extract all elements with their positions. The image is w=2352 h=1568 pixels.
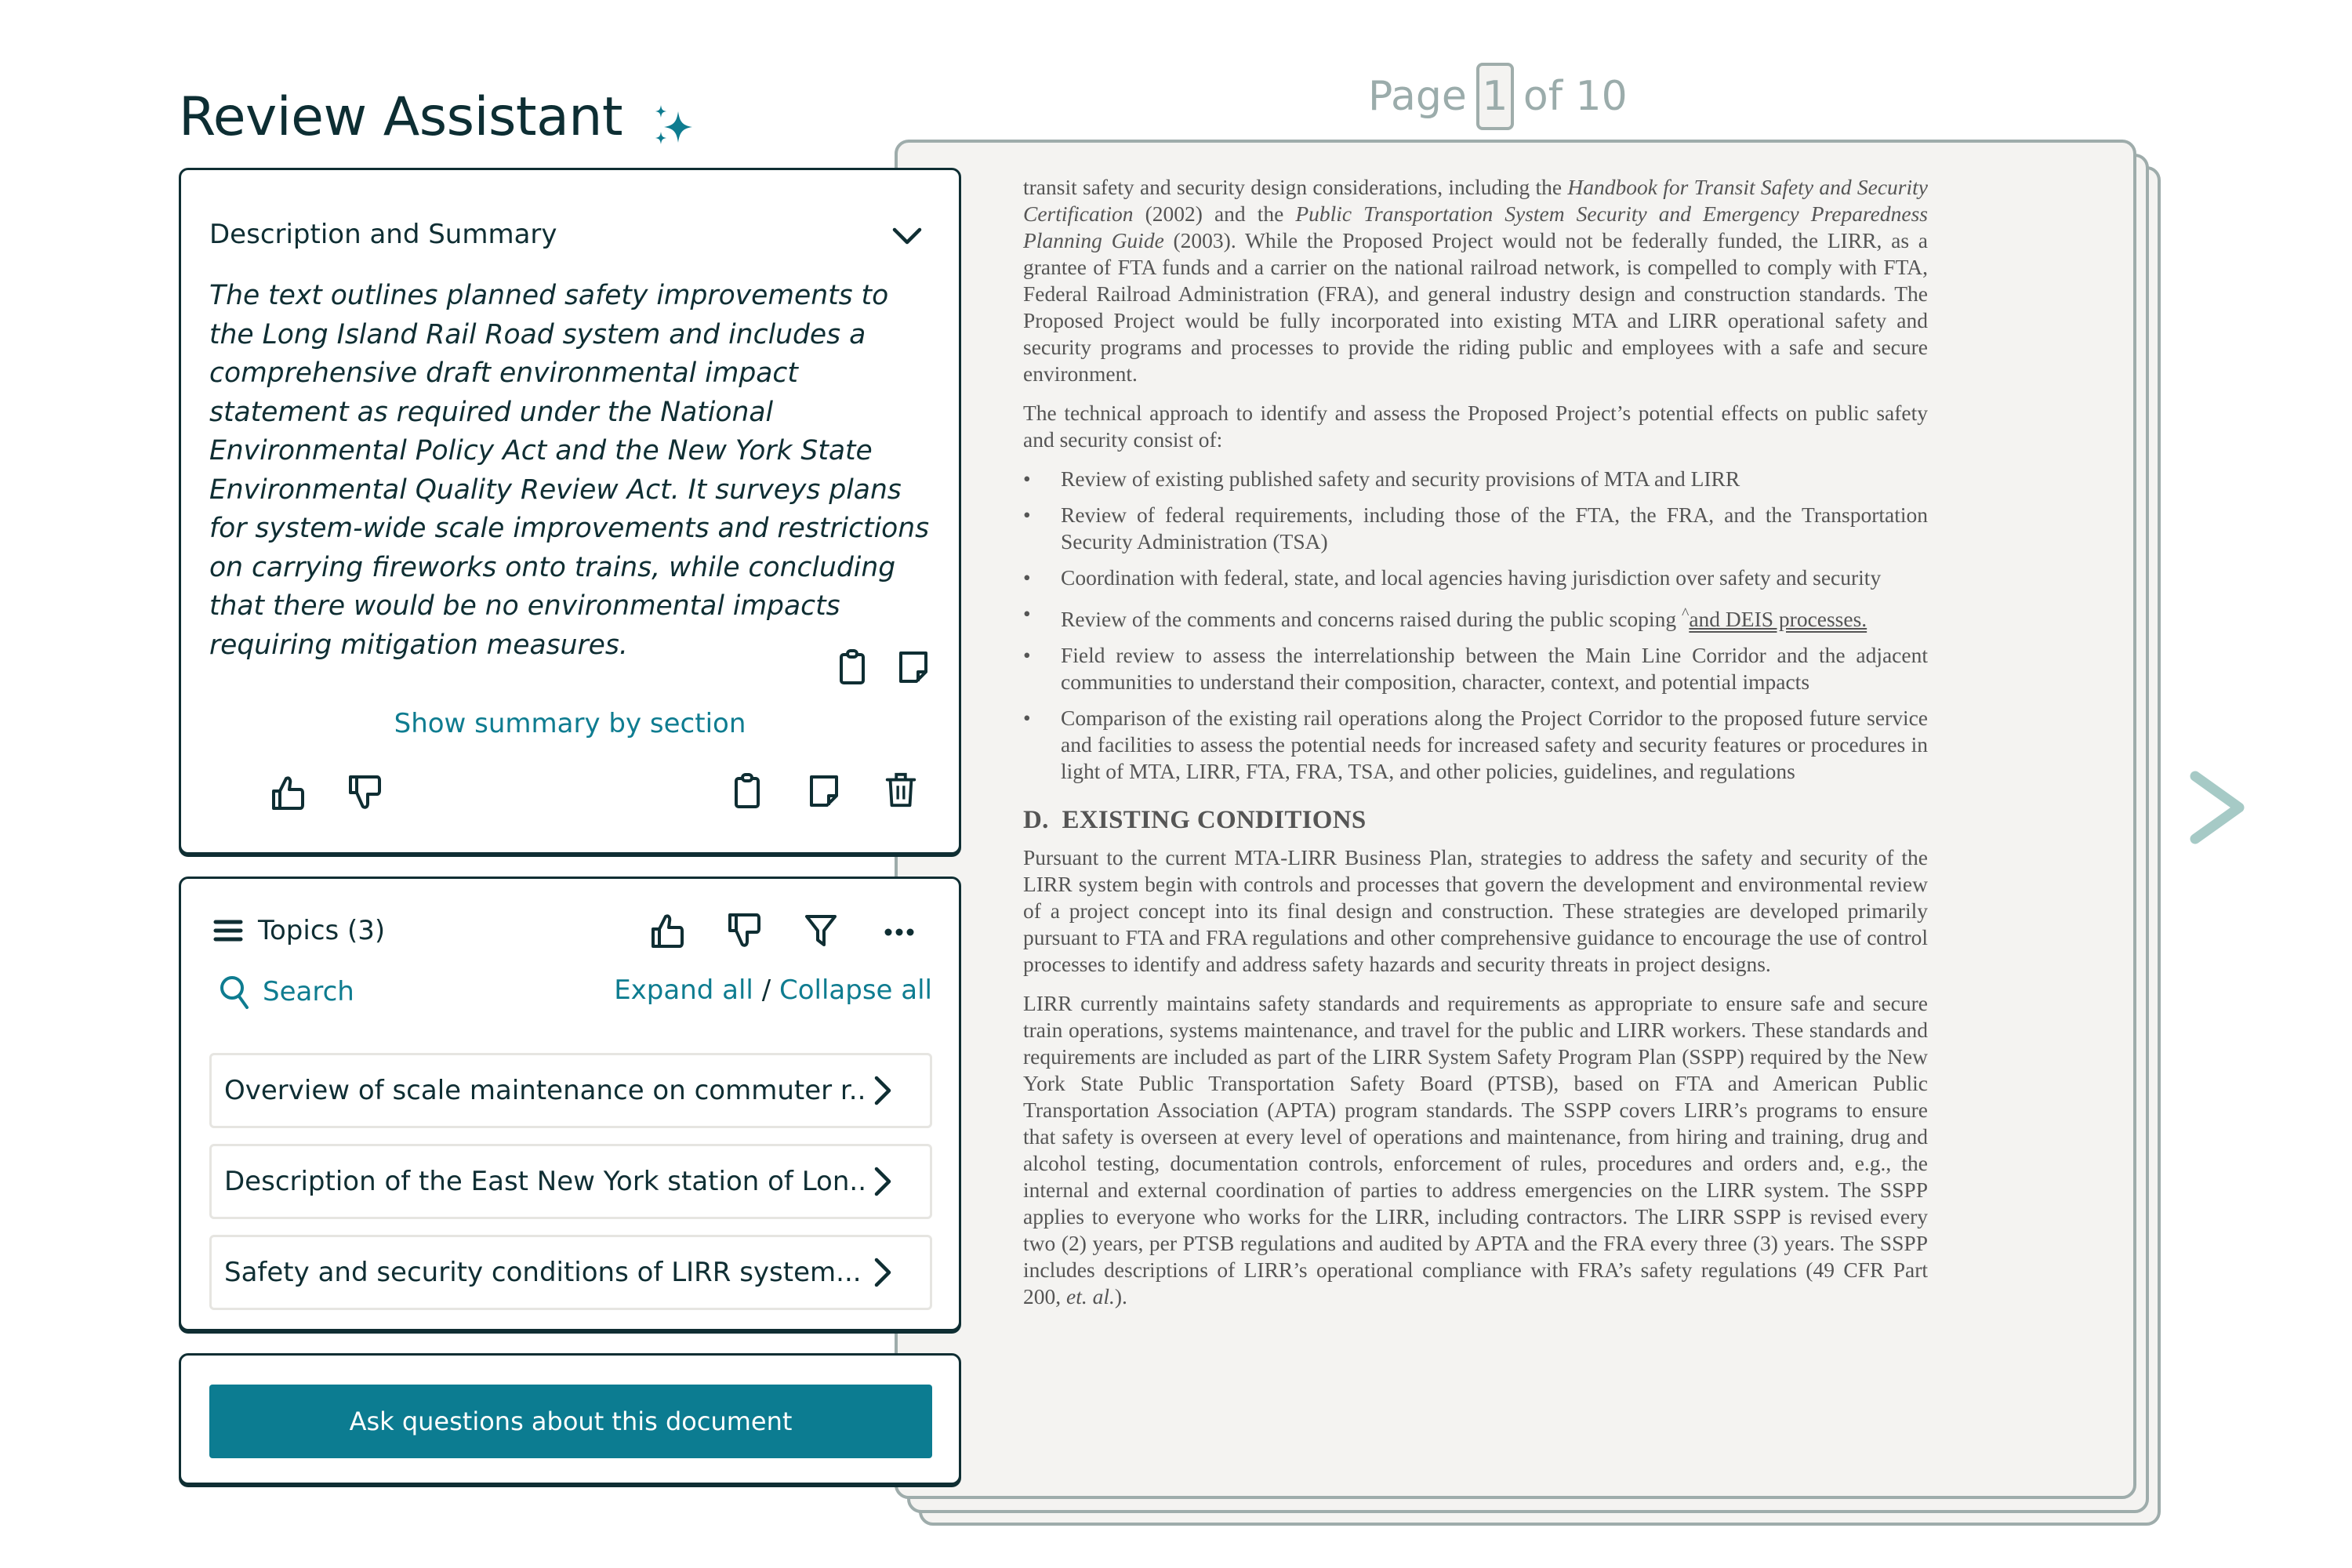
- doc-text: LIRR currently maintains safety standard…: [1023, 991, 1928, 1309]
- topics-search-button[interactable]: Search: [219, 975, 354, 1009]
- search-icon: [220, 976, 249, 1009]
- separator: /: [761, 975, 771, 1006]
- chevron-down-icon[interactable]: [890, 220, 924, 252]
- topic-item[interactable]: Safety and security conditions of LIRR s…: [209, 1235, 932, 1310]
- thumbs-down-icon: [728, 913, 760, 947]
- doc-bullet: Field review to assess the interrelation…: [1023, 642, 1928, 695]
- insertion-caret: ^: [1681, 605, 1690, 622]
- doc-text: transit safety and security design consi…: [1023, 175, 1568, 199]
- more-icon: [884, 928, 914, 936]
- topics-title: Topics (3): [258, 915, 386, 946]
- note-button[interactable]: [807, 772, 841, 810]
- topics-panel: Topics (3) Search Expand all / Collapse …: [179, 877, 961, 1331]
- add-note-button[interactable]: [896, 648, 931, 686]
- chevron-right-icon: [874, 1258, 891, 1287]
- thumbs-down-button[interactable]: [347, 774, 382, 811]
- doc-paragraph: transit safety and security design consi…: [1023, 174, 1928, 387]
- search-label: Search: [263, 976, 354, 1007]
- doc-bullet: Review of federal requirements, includin…: [1023, 502, 1928, 555]
- topics-thumbs-up-button[interactable]: [650, 912, 684, 949]
- doc-section-heading: D. EXISTING CONDITIONS: [1023, 806, 1367, 835]
- chevron-right-icon: [874, 1076, 891, 1105]
- topics-thumbs-down-button[interactable]: [727, 912, 761, 949]
- note-icon: [899, 652, 927, 683]
- more-options-button[interactable]: [882, 912, 916, 949]
- topics-header[interactable]: Topics (3): [212, 915, 385, 946]
- doc-bullet: Review of the comments and concerns rais…: [1023, 601, 1928, 633]
- show-summary-by-section-link[interactable]: Show summary by section: [181, 708, 959, 739]
- doc-paragraph: The technical approach to identify and a…: [1023, 401, 1928, 452]
- topic-item[interactable]: Description of the East New York station…: [209, 1144, 932, 1219]
- summary-text: The text outlines planned safety improve…: [209, 280, 930, 661]
- page-number-input[interactable]: [1475, 63, 1514, 130]
- topic-label: Safety and security conditions of LIRR s…: [224, 1257, 862, 1288]
- thumbs-up-button[interactable]: [270, 774, 305, 811]
- expand-all-link[interactable]: Expand all: [614, 975, 753, 1006]
- doc-bullet: Comparison of the existing rail operatio…: [1023, 705, 1928, 785]
- doc-text: Review of the comments and concerns rais…: [1061, 607, 1682, 632]
- doc-paragraph: Pursuant to the current MTA-LIRR Busines…: [1023, 845, 1928, 977]
- note-icon: [810, 775, 838, 807]
- topic-item[interactable]: Overview of scale maintenance on commute…: [209, 1053, 932, 1128]
- filter-icon: [805, 915, 837, 946]
- thumbs-up-icon: [272, 776, 304, 810]
- copy-button[interactable]: [730, 772, 764, 810]
- document-content: transit safety and security design consi…: [1023, 174, 1928, 1323]
- ask-questions-button[interactable]: Ask questions about this document: [209, 1385, 932, 1458]
- doc-bullet: Coordination with federal, state, and lo…: [1023, 564, 1928, 591]
- app-title: Review Assistant: [179, 86, 623, 148]
- thumbs-up-icon: [652, 914, 684, 948]
- doc-bullet: Review of existing published safety and …: [1023, 466, 1928, 492]
- collapse-all-link[interactable]: Collapse all: [779, 975, 932, 1006]
- filter-button[interactable]: [804, 912, 838, 949]
- thumbs-down-icon: [349, 775, 381, 809]
- hamburger-icon: [213, 920, 243, 942]
- next-page-chevron-right-icon[interactable]: [2178, 760, 2249, 855]
- chevron-right-icon: [874, 1167, 891, 1196]
- summary-header: Description and Summary: [209, 219, 557, 250]
- expand-collapse-controls: Expand all / Collapse all: [614, 975, 932, 1006]
- doc-text: ).: [1114, 1284, 1127, 1309]
- delete-button[interactable]: [884, 771, 918, 808]
- sparkle-icon: [655, 105, 692, 144]
- doc-text: (2002) and the: [1133, 201, 1296, 226]
- topic-label: Description of the East New York station…: [224, 1166, 867, 1197]
- doc-text-italic: et. al.: [1066, 1284, 1115, 1309]
- tracked-insertion: and DEIS processes.: [1689, 607, 1867, 632]
- pager-suffix: of 10: [1523, 73, 1628, 120]
- pager: Page of 10: [1368, 63, 1628, 130]
- copy-summary-button[interactable]: [835, 648, 869, 686]
- clipboard-icon: [840, 649, 865, 684]
- clipboard-icon: [735, 773, 760, 808]
- ask-panel: Ask questions about this document: [179, 1353, 961, 1485]
- pager-prefix: Page: [1368, 73, 1467, 120]
- summary-panel: Description and Summary The text outline…: [179, 168, 961, 855]
- trash-icon: [885, 772, 916, 808]
- topic-label: Overview of scale maintenance on commute…: [224, 1075, 867, 1106]
- doc-paragraph: LIRR currently maintains safety standard…: [1023, 990, 1928, 1310]
- doc-bullet-list: Review of existing published safety and …: [1023, 466, 1928, 785]
